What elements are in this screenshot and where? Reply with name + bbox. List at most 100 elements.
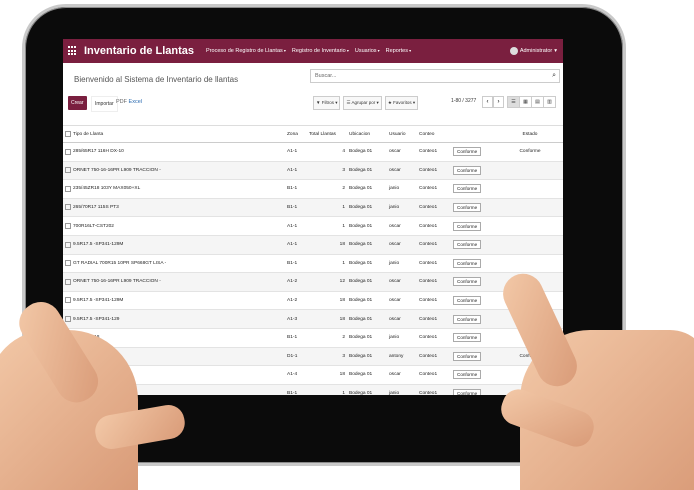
top-navbar: Inventario de Llantas Proceso de Registr…	[63, 39, 563, 63]
excel-link[interactable]: Excel	[129, 99, 142, 105]
row-checkbox[interactable]	[63, 254, 71, 274]
cell-action-button: Conforme	[451, 272, 497, 292]
cell-ubicacion: Bodega 01	[347, 142, 387, 162]
apps-grid-icon[interactable]	[68, 46, 78, 56]
graph-view-icon[interactable]: ▥	[543, 96, 556, 108]
pdf-link[interactable]: PDF	[116, 99, 127, 105]
group-by-button[interactable]: ☰ Agrupar por ▾	[343, 96, 382, 110]
conforme-button[interactable]: Conforme	[453, 258, 482, 268]
search-options: ▼ Filtros ▾ ☰ Agrupar por ▾ ★ Favoritos …	[313, 96, 419, 110]
col-estado[interactable]: Estado	[497, 126, 563, 143]
conforme-button[interactable]: Conforme	[453, 333, 482, 343]
cell-estado	[497, 216, 563, 236]
table-row[interactable]: 9.5R17.5 -SP341-129M A1-1 18 Bodega 01 oscar…	[63, 235, 563, 255]
cell-total: 1	[307, 384, 347, 395]
cell-estado	[497, 235, 563, 255]
cell-total: 12	[307, 272, 347, 292]
row-checkbox[interactable]	[63, 198, 71, 218]
cell-tipo-llanta: ORNET 750-16-16PR L909 TRACCION -	[71, 161, 285, 181]
table-row[interactable]: 255/45ZR18B1-12Bodega 01janioConteo1Conf…	[63, 328, 563, 348]
cell-action-button: Conforme	[451, 142, 497, 162]
search-icon[interactable]: ⌕	[552, 72, 556, 80]
col-usuario[interactable]: Usuario	[387, 126, 417, 143]
conforme-button[interactable]: Conforme	[453, 370, 482, 380]
conforme-button[interactable]: Conforme	[453, 389, 482, 395]
table-row[interactable]: ORNET 750-16-16PR L909 TRACCION - A1-2 12 B…	[63, 272, 563, 292]
user-menu[interactable]: Administrator ▾	[509, 47, 557, 55]
cell-ubicacion: Bodega 01	[347, 216, 387, 236]
cell-zona: B1-1	[285, 198, 307, 218]
cell-estado	[497, 161, 563, 181]
row-checkbox[interactable]	[63, 142, 71, 162]
row-checkbox[interactable]	[63, 291, 71, 311]
cell-ubicacion: Bodega 01	[347, 198, 387, 218]
table-row[interactable]: 235/45ZR18 103Y MAX050+XL B1-1 2 Bodega 01 j…	[63, 179, 563, 199]
conforme-button[interactable]: Conforme	[453, 203, 482, 213]
conforme-button[interactable]: Conforme	[453, 314, 482, 324]
table-row[interactable]: GT RD1-13Bodega 01antonyConteo1ConformeC…	[63, 347, 563, 367]
col-ubicacion[interactable]: Ubicacion	[347, 126, 387, 143]
cell-ubicacion: Bodega 01	[347, 384, 387, 395]
conforme-button[interactable]: Conforme	[453, 221, 482, 231]
cell-zona: A1-2	[285, 272, 307, 292]
conforme-button[interactable]: Conforme	[453, 165, 482, 175]
create-button[interactable]: Crear	[68, 96, 87, 110]
cell-usuario: antony	[387, 347, 417, 367]
row-checkbox[interactable]	[63, 216, 71, 236]
pager-prev-button[interactable]: ‹	[482, 96, 493, 108]
cell-conteo: Conteo1	[417, 347, 451, 367]
cell-ubicacion: Bodega 01	[347, 272, 387, 292]
search-input[interactable]: Buscar... ⌕	[310, 69, 560, 83]
cell-usuario: oscar	[387, 291, 417, 311]
menu-usuarios[interactable]: Usuarios	[355, 48, 380, 54]
cell-action-button: Conforme	[451, 365, 497, 385]
conforme-button[interactable]: Conforme	[453, 147, 482, 157]
cell-total: 1	[307, 216, 347, 236]
pager-next-button[interactable]: ›	[493, 96, 504, 108]
cell-conteo: Conteo1	[417, 384, 451, 395]
pager-value[interactable]: 1-80 / 3277	[451, 98, 476, 104]
col-total-llantas[interactable]: Total Llantas	[307, 126, 347, 143]
col-zona[interactable]: Zona	[285, 126, 307, 143]
row-checkbox[interactable]	[63, 272, 71, 292]
import-button[interactable]: Importar	[91, 96, 118, 112]
cell-total: 3	[307, 161, 347, 181]
conforme-button[interactable]: Conforme	[453, 277, 482, 287]
cell-estado	[497, 198, 563, 218]
cell-conteo: Conteo1	[417, 235, 451, 255]
cell-zona: A1-1	[285, 142, 307, 162]
table-row[interactable]: 700R16LT-CST202 A1-1 1 Bodega 01 oscar Conteo…	[63, 216, 563, 236]
menu-proceso-registro[interactable]: Proceso de Registro de Llantas	[206, 48, 286, 54]
table-row[interactable]: ORNET 750-16-16PR L909 TRACCION - A1-1 3 Bo…	[63, 161, 563, 181]
cell-action-button: Conforme	[451, 216, 497, 236]
cell-total: 2	[307, 179, 347, 199]
select-all-checkbox[interactable]	[63, 126, 71, 143]
cell-usuario: oscar	[387, 235, 417, 255]
col-tipo-llanta[interactable]: Tipo de Llanta	[71, 126, 285, 143]
table-row[interactable]: GT RADIAL 700R15 10PR SP668GT LISA - B1-1…	[63, 254, 563, 274]
conforme-button[interactable]: Conforme	[453, 296, 482, 306]
cell-action-button: Conforme	[451, 384, 497, 395]
row-checkbox[interactable]	[63, 235, 71, 255]
cell-conteo: Conteo1	[417, 365, 451, 385]
conforme-button[interactable]: Conforme	[453, 240, 482, 250]
table-row[interactable]: 1T AT3 OW 01 GDEEIB1-11Bodega 01janioCon…	[63, 384, 563, 395]
cell-action-button: Conforme	[451, 328, 497, 348]
cell-action-button: Conforme	[451, 309, 497, 329]
table-row[interactable]: 9.5R17.5 -SP341-129M A1-2 18 Bodega 01 oscar…	[63, 291, 563, 311]
cell-ubicacion: Bodega 01	[347, 309, 387, 329]
row-checkbox[interactable]	[63, 179, 71, 199]
cell-ubicacion: Bodega 01	[347, 347, 387, 367]
table-row[interactable]: 9.5R17.5 -SP341-129 A1-3 18 Bodega 01 oscar C…	[63, 309, 563, 329]
conforme-button[interactable]: Conforme	[453, 184, 482, 194]
row-checkbox[interactable]	[63, 161, 71, 181]
menu-registro-inventario[interactable]: Registro de Inventario	[292, 48, 349, 54]
col-conteo[interactable]: Conteo	[417, 126, 451, 143]
filters-button[interactable]: ▼ Filtros ▾	[313, 96, 341, 110]
table-row[interactable]: 285/65R17 116H DX-10 A1-1 4 Bodega 01 oscar C…	[63, 142, 563, 162]
table-row[interactable]: MA1-418Bodega 01oscarConteo1Conforme	[63, 365, 563, 385]
conforme-button[interactable]: Conforme	[453, 351, 482, 361]
table-row[interactable]: 265/70R17 115S PT3 B1-1 1 Bodega 01 janio Con…	[63, 198, 563, 218]
menu-reportes[interactable]: Reportes	[386, 48, 411, 54]
favorites-button[interactable]: ★ Favoritos ▾	[384, 96, 419, 110]
